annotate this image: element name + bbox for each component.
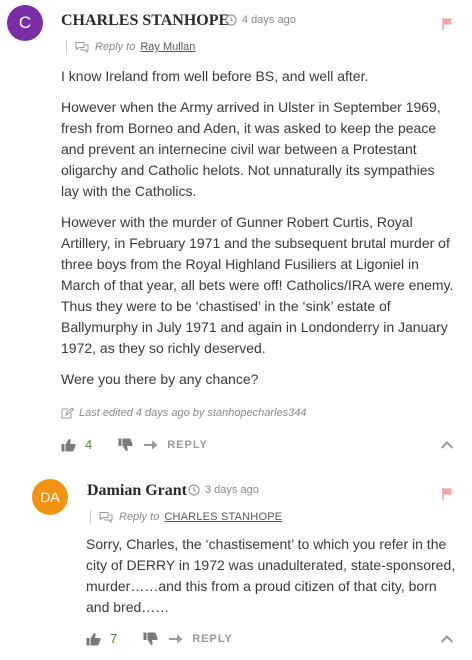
flag-icon[interactable] [441, 17, 455, 31]
like-count: 4 [85, 437, 93, 452]
reply-to-label: Reply to [119, 511, 160, 523]
reply-label: REPLY [167, 438, 208, 451]
comment-author[interactable]: CHARLES STANHOPE [61, 12, 229, 30]
divider [66, 40, 67, 54]
edit-icon [61, 407, 74, 419]
like-count: 7 [110, 631, 118, 646]
avatar[interactable]: C [7, 5, 43, 41]
thumbs-up-icon[interactable] [86, 632, 101, 646]
reply-to-label: Reply to [95, 41, 136, 53]
divider [90, 510, 91, 524]
last-edited-note: Last edited 4 days ago by stanhopecharle… [61, 407, 307, 419]
reply-to-link[interactable]: Ray Mullan [140, 41, 195, 53]
comment-body: I know Ireland from well before BS, and … [61, 66, 456, 400]
speech-bubbles-icon [75, 42, 89, 53]
reply-to-line: Reply to CHARLES STANHOPE [90, 510, 282, 524]
chevron-up-icon[interactable] [440, 634, 454, 644]
thumbs-down-icon[interactable] [118, 438, 133, 452]
comment-timestamp[interactable]: 4 days ago [225, 14, 296, 26]
clock-icon [225, 14, 237, 26]
comment-paragraph: However when the Army arrived in Ulster … [61, 99, 441, 199]
reply-arrow-icon [144, 440, 158, 449]
comment-paragraph: Were you there by any chance? [61, 371, 259, 387]
reply-to-line: Reply to Ray Mullan [66, 40, 195, 54]
reply-arrow-icon [169, 634, 183, 643]
clock-icon [188, 484, 200, 496]
flag-icon[interactable] [441, 487, 455, 501]
comment-body: Sorry, Charles, the ‘chastisement’ to wh… [86, 534, 456, 628]
reply-label: REPLY [192, 632, 233, 645]
avatar[interactable]: DA [32, 479, 68, 515]
last-edited-text: Last edited 4 days ago by stanhopecharle… [79, 407, 307, 419]
timestamp-text: 4 days ago [242, 14, 296, 26]
thumbs-down-icon[interactable] [143, 632, 158, 646]
comment-paragraph: I know Ireland from well before BS, and … [61, 68, 369, 84]
comment-timestamp[interactable]: 3 days ago [188, 484, 259, 496]
reply-to-link[interactable]: CHARLES STANHOPE [164, 511, 282, 523]
comment-actions: 4 REPLY [61, 437, 208, 452]
comment-paragraph: However with the murder of Gunner Robert… [61, 214, 454, 356]
chevron-up-icon[interactable] [440, 440, 454, 450]
thumbs-up-icon[interactable] [61, 438, 76, 452]
timestamp-text: 3 days ago [205, 484, 259, 496]
comment-author[interactable]: Damian Grant [87, 482, 187, 500]
reply-button[interactable]: REPLY [168, 633, 233, 645]
speech-bubbles-icon [99, 512, 113, 523]
comment-actions: 7 REPLY [86, 631, 233, 646]
reply-button[interactable]: REPLY [143, 439, 208, 451]
comment-paragraph: Sorry, Charles, the ‘chastisement’ to wh… [86, 536, 456, 615]
